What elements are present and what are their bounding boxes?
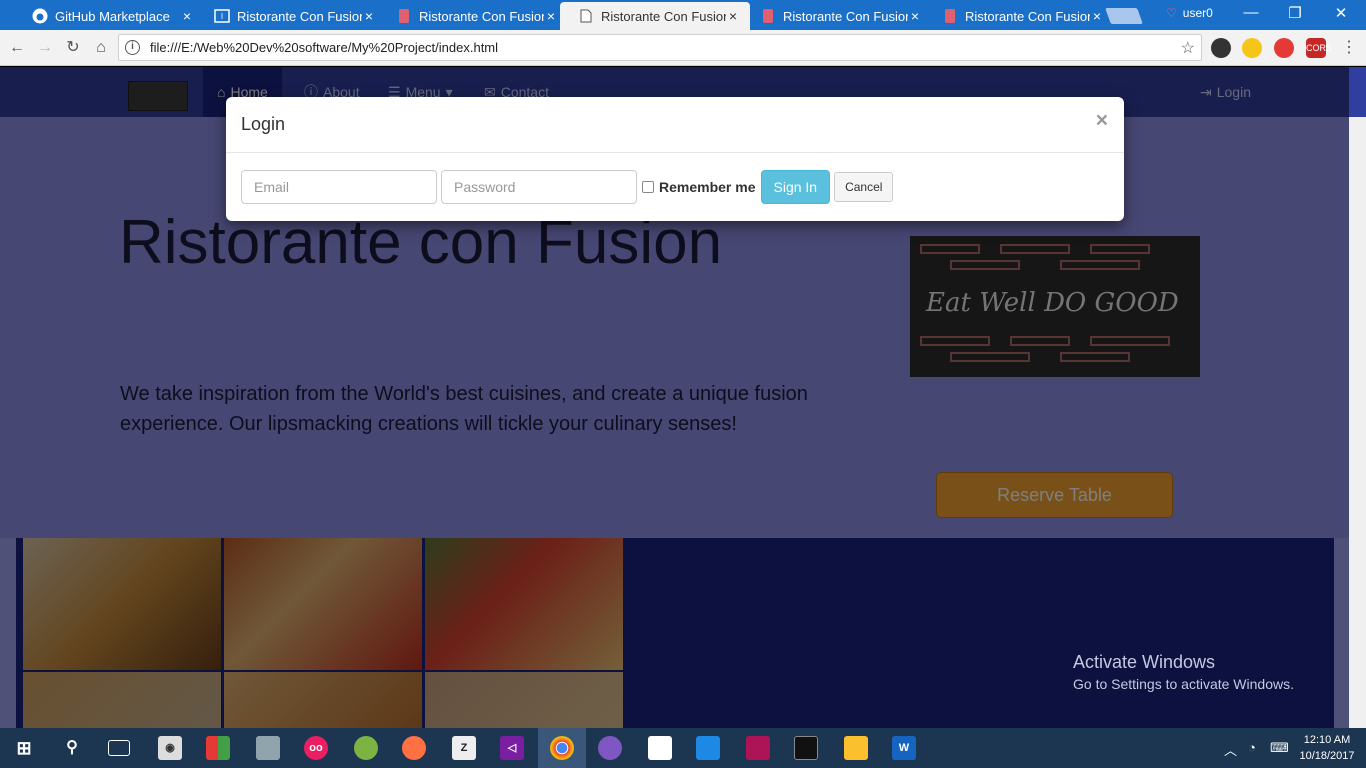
tab-title: Ristorante Con Fusion bbox=[419, 8, 544, 24]
close-window-button[interactable]: ✕ bbox=[1326, 4, 1356, 22]
close-icon[interactable]: × bbox=[726, 8, 740, 24]
forward-arrow-icon[interactable]: → bbox=[34, 37, 56, 59]
tab-title: Ristorante Con Fusion bbox=[965, 8, 1090, 24]
keyboard-icon[interactable]: ⌨ bbox=[1270, 740, 1289, 756]
app-icon[interactable]: oo bbox=[304, 736, 328, 760]
user-icon: ♡ bbox=[1166, 6, 1177, 20]
new-tab-button[interactable] bbox=[1105, 8, 1143, 24]
sign-in-button[interactable]: Sign In bbox=[760, 170, 831, 204]
url-text: file:///E:/Web%20Dev%20software/My%20Pro… bbox=[150, 40, 499, 55]
page-icon bbox=[578, 8, 594, 24]
android-studio-icon[interactable] bbox=[354, 736, 378, 760]
reload-icon[interactable]: ↻ bbox=[62, 37, 84, 59]
tab-title: Ristorante Con Fusion bbox=[601, 8, 726, 24]
browser-toolbar: ← → ↻ ⌂ i file:///E:/Web%20Dev%20softwar… bbox=[0, 30, 1366, 66]
cancel-button[interactable]: Cancel bbox=[834, 172, 894, 202]
app-icon[interactable] bbox=[648, 736, 672, 760]
info-icon[interactable]: i bbox=[125, 40, 140, 55]
visual-studio-icon[interactable]: ◁ bbox=[500, 736, 524, 760]
close-icon[interactable]: × bbox=[180, 8, 194, 24]
svg-text:I: I bbox=[221, 12, 223, 21]
task-view-icon[interactable] bbox=[108, 740, 130, 756]
back-arrow-icon[interactable]: ← bbox=[6, 37, 28, 59]
code-icon: I bbox=[214, 8, 230, 24]
restore-button[interactable]: ❐ bbox=[1280, 4, 1310, 22]
word-icon[interactable]: W bbox=[892, 736, 916, 760]
email-field[interactable]: Email bbox=[241, 170, 437, 204]
remember-checkbox[interactable] bbox=[642, 181, 654, 193]
close-icon[interactable]: × bbox=[1096, 109, 1108, 133]
cube-icon[interactable] bbox=[256, 736, 280, 760]
close-icon[interactable]: × bbox=[908, 8, 922, 24]
modal-title: Login bbox=[241, 114, 286, 134]
emoji-extension-icon[interactable] bbox=[1242, 38, 1262, 58]
app-icon[interactable] bbox=[206, 736, 230, 760]
app-icon[interactable]: Z bbox=[452, 736, 476, 760]
browser-tab[interactable]: Ristorante Con Fusion × bbox=[924, 2, 1114, 30]
profile-name: user0 bbox=[1182, 6, 1213, 20]
red-file-icon bbox=[396, 8, 412, 24]
browser-tab-active[interactable]: Ristorante Con Fusion × bbox=[560, 2, 750, 30]
opera-extension-icon[interactable] bbox=[1274, 38, 1294, 58]
home-icon[interactable]: ⌂ bbox=[90, 37, 112, 59]
browser-tab[interactable]: GitHub Marketplace × bbox=[14, 2, 204, 30]
browser-tab[interactable]: I Ristorante Con Fusion × bbox=[196, 2, 386, 30]
close-icon[interactable]: × bbox=[1090, 8, 1104, 24]
browser-tab[interactable]: Ristorante Con Fusion × bbox=[378, 2, 568, 30]
close-icon[interactable]: × bbox=[362, 8, 376, 24]
search-icon[interactable]: ⚲ bbox=[60, 736, 84, 760]
minimize-button[interactable]: — bbox=[1236, 4, 1266, 21]
github-icon bbox=[32, 8, 48, 24]
tab-title: Ristorante Con Fusion bbox=[237, 8, 362, 24]
chrome-icon[interactable] bbox=[550, 736, 574, 760]
tab-title: Ristorante Con Fusion bbox=[783, 8, 908, 24]
clock-time: 12:10 AM bbox=[1303, 734, 1351, 746]
modal-header: Login × bbox=[226, 97, 1124, 153]
camera-icon[interactable]: ◉ bbox=[158, 736, 182, 760]
activate-subtitle: Go to Settings to activate Windows. bbox=[1073, 676, 1294, 692]
extension-icon[interactable] bbox=[1211, 38, 1231, 58]
password-field[interactable]: Password bbox=[441, 170, 637, 204]
app-icon[interactable] bbox=[696, 736, 720, 760]
page-scrollbar[interactable] bbox=[1349, 117, 1366, 728]
wifi-icon[interactable]: ◔ bbox=[1248, 740, 1256, 755]
terminal-icon[interactable] bbox=[794, 736, 818, 760]
chevron-up-icon[interactable]: ︿ bbox=[1224, 740, 1237, 759]
profile-button[interactable]: ♡ user0 bbox=[1166, 6, 1213, 20]
tab-title: GitHub Marketplace bbox=[55, 8, 170, 24]
address-bar[interactable]: i file:///E:/Web%20Dev%20software/My%20P… bbox=[118, 34, 1202, 61]
red-file-icon bbox=[760, 8, 776, 24]
windows-activation-watermark: Activate Windows Go to Settings to activ… bbox=[1073, 652, 1294, 692]
login-modal: Login × Email Password Remember me Sign … bbox=[226, 97, 1124, 221]
cors-extension-icon[interactable]: CORS bbox=[1306, 38, 1332, 58]
activate-title: Activate Windows bbox=[1073, 652, 1216, 672]
close-icon[interactable]: × bbox=[544, 8, 558, 24]
app-icon[interactable] bbox=[746, 736, 770, 760]
remember-label: Remember me bbox=[659, 179, 756, 195]
bookmark-star-icon[interactable]: ☆ bbox=[1181, 38, 1195, 58]
firefox-icon[interactable] bbox=[402, 736, 426, 760]
browser-tab-strip: GitHub Marketplace × I Ristorante Con Fu… bbox=[0, 0, 1366, 30]
clock-date: 10/18/2017 bbox=[1299, 750, 1355, 762]
login-form: Email Password Remember me Sign In Cance… bbox=[241, 170, 894, 204]
windows-taskbar: ⊞ ⚲ ◉ oo Z ◁ W ︿ ◔ ⌨ 12:10 AM 10/18/2017 bbox=[0, 728, 1366, 768]
red-file-icon bbox=[942, 8, 958, 24]
browser-menu-icon[interactable]: ⋮ bbox=[1338, 37, 1360, 59]
windows-start-icon[interactable]: ⊞ bbox=[12, 736, 36, 760]
folder-icon[interactable] bbox=[844, 736, 868, 760]
system-clock[interactable]: 12:10 AM 10/18/2017 bbox=[1290, 732, 1364, 764]
app-icon[interactable] bbox=[598, 736, 622, 760]
browser-tab[interactable]: Ristorante Con Fusion × bbox=[742, 2, 932, 30]
